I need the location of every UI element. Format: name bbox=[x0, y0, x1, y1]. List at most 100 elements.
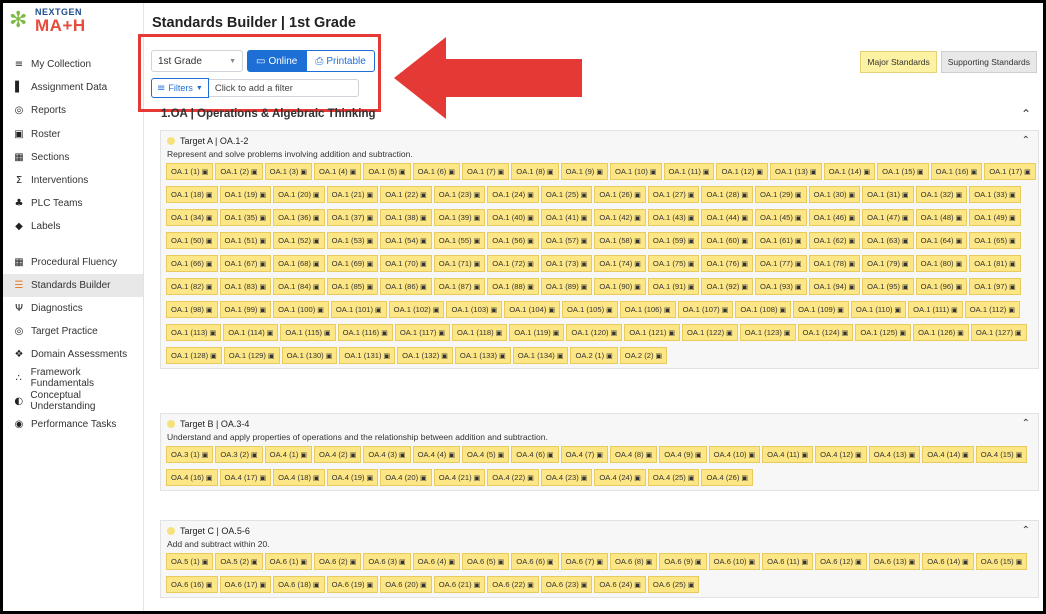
standard-chip[interactable]: OA.1 (127) ▣ bbox=[970, 324, 1027, 341]
standard-chip[interactable]: OA.6 (10) ▣ bbox=[708, 553, 761, 570]
standard-chip[interactable]: OA.1 (26) ▣ bbox=[594, 186, 646, 203]
standard-chip[interactable]: OA.4 (22) ▣ bbox=[487, 469, 539, 486]
sidebar-item-sections[interactable]: ▦ Sections bbox=[3, 146, 143, 169]
standard-chip[interactable]: OA.1 (97) ▣ bbox=[969, 278, 1021, 295]
major-standards-button[interactable]: Major Standards bbox=[860, 51, 937, 73]
standard-chip[interactable]: OA.1 (116) ▣ bbox=[337, 324, 393, 341]
sidebar-item-target-practice[interactable]: ◎ Target Practice bbox=[3, 320, 143, 343]
standard-chip[interactable]: OA.1 (35) ▣ bbox=[219, 209, 272, 226]
standard-chip[interactable]: OA.1 (51) ▣ bbox=[219, 232, 272, 249]
standard-chip[interactable]: OA.6 (4) ▣ bbox=[412, 553, 460, 570]
standard-chip[interactable]: OA.1 (13) ▣ bbox=[770, 163, 822, 180]
standard-chip[interactable]: OA.1 (128) ▣ bbox=[166, 347, 222, 364]
standard-chip[interactable]: OA.1 (83) ▣ bbox=[219, 278, 272, 295]
sidebar-item-conceptual-understanding[interactable]: ◐ Conceptual Understanding bbox=[3, 390, 143, 413]
standard-chip[interactable]: OA.1 (43) ▣ bbox=[647, 209, 700, 226]
standard-chip[interactable]: OA.1 (62) ▣ bbox=[808, 232, 861, 249]
chevron-up-icon[interactable]: ⌃ bbox=[1022, 525, 1030, 536]
standard-chip[interactable]: OA.1 (16) ▣ bbox=[930, 163, 983, 180]
standard-chip[interactable]: OA.1 (106) ▣ bbox=[619, 301, 676, 318]
standard-chip[interactable]: OA.1 (99) ▣ bbox=[219, 301, 272, 318]
standard-chip[interactable]: OA.1 (39) ▣ bbox=[433, 209, 486, 226]
standard-chip[interactable]: OA.1 (65) ▣ bbox=[969, 232, 1021, 249]
standard-chip[interactable]: OA.1 (81) ▣ bbox=[969, 255, 1021, 272]
standard-chip[interactable]: OA.1 (76) ▣ bbox=[701, 255, 754, 272]
standard-chip[interactable]: OA.1 (109) ▣ bbox=[793, 301, 849, 318]
standard-chip[interactable]: OA.1 (1) ▣ bbox=[166, 163, 214, 180]
standard-chip[interactable]: OA.1 (57) ▣ bbox=[540, 232, 593, 249]
standard-chip[interactable]: OA.1 (22) ▣ bbox=[380, 186, 432, 203]
standard-chip[interactable]: OA.1 (18) ▣ bbox=[166, 186, 218, 203]
standard-chip[interactable]: OA.1 (105) ▣ bbox=[562, 301, 618, 318]
standard-chip[interactable]: OA.6 (11) ▣ bbox=[762, 553, 814, 570]
standard-chip[interactable]: OA.1 (14) ▣ bbox=[823, 163, 876, 180]
standard-chip[interactable]: OA.4 (25) ▣ bbox=[647, 469, 700, 486]
standard-chip[interactable]: OA.6 (3) ▣ bbox=[363, 553, 411, 570]
standard-chip[interactable]: OA.1 (92) ▣ bbox=[701, 278, 754, 295]
standard-chip[interactable]: OA.1 (42) ▣ bbox=[594, 209, 646, 226]
standard-chip[interactable]: OA.6 (8) ▣ bbox=[609, 553, 658, 570]
standard-chip[interactable]: OA.1 (61) ▣ bbox=[755, 232, 807, 249]
standard-chip[interactable]: OA.1 (15) ▣ bbox=[877, 163, 929, 180]
standard-chip[interactable]: OA.1 (60) ▣ bbox=[701, 232, 754, 249]
standard-chip[interactable]: OA.4 (7) ▣ bbox=[560, 446, 608, 463]
standard-chip[interactable]: OA.1 (6) ▣ bbox=[412, 163, 460, 180]
standard-chip[interactable]: OA.4 (1) ▣ bbox=[264, 446, 312, 463]
standard-chip[interactable]: OA.6 (20) ▣ bbox=[380, 576, 432, 593]
standard-chip[interactable]: OA.1 (104) ▣ bbox=[504, 301, 560, 318]
standard-chip[interactable]: OA.1 (134) ▣ bbox=[512, 347, 569, 364]
standard-chip[interactable]: OA.4 (13) ▣ bbox=[868, 446, 921, 463]
standard-chip[interactable]: OA.1 (74) ▣ bbox=[594, 255, 646, 272]
standard-chip[interactable]: OA.6 (17) ▣ bbox=[219, 576, 272, 593]
standard-chip[interactable]: OA.1 (55) ▣ bbox=[433, 232, 486, 249]
standard-chip[interactable]: OA.1 (46) ▣ bbox=[808, 209, 861, 226]
standard-chip[interactable]: OA.1 (49) ▣ bbox=[969, 209, 1021, 226]
standard-chip[interactable]: OA.6 (2) ▣ bbox=[313, 553, 362, 570]
sidebar-item-roster[interactable]: ▣ Roster bbox=[3, 123, 143, 146]
standard-chip[interactable]: OA.1 (80) ▣ bbox=[915, 255, 968, 272]
filter-input[interactable]: Click to add a filter bbox=[208, 79, 359, 97]
standard-chip[interactable]: OA.1 (2) ▣ bbox=[215, 163, 263, 180]
standard-chip[interactable]: OA.4 (10) ▣ bbox=[708, 446, 761, 463]
standard-chip[interactable]: OA.1 (24) ▣ bbox=[487, 186, 539, 203]
standard-chip[interactable]: OA.4 (6) ▣ bbox=[511, 446, 559, 463]
standard-chip[interactable]: OA.1 (21) ▣ bbox=[326, 186, 379, 203]
standard-chip[interactable]: OA.1 (32) ▣ bbox=[915, 186, 968, 203]
standard-chip[interactable]: OA.1 (121) ▣ bbox=[624, 324, 680, 341]
standard-chip[interactable]: OA.1 (3) ▣ bbox=[264, 163, 312, 180]
supporting-standards-button[interactable]: Supporting Standards bbox=[940, 51, 1037, 73]
sidebar-item-framework-fundamentals[interactable]: ∴ Framework Fundamentals bbox=[3, 366, 143, 389]
standard-chip[interactable]: OA.2 (2) ▣ bbox=[619, 347, 668, 364]
standard-chip[interactable]: OA.6 (14) ▣ bbox=[922, 553, 974, 570]
standard-chip[interactable]: OA.1 (82) ▣ bbox=[166, 278, 218, 295]
sidebar-item-plc-teams[interactable]: ♣ PLC Teams bbox=[3, 192, 143, 215]
standard-chip[interactable]: OA.1 (47) ▣ bbox=[862, 209, 914, 226]
standard-chip[interactable]: OA.1 (40) ▣ bbox=[487, 209, 539, 226]
chevron-up-icon[interactable]: ⌃ bbox=[1022, 135, 1030, 146]
standard-chip[interactable]: OA.6 (16) ▣ bbox=[166, 576, 218, 593]
standard-chip[interactable]: OA.1 (115) ▣ bbox=[280, 324, 336, 341]
standard-chip[interactable]: OA.1 (36) ▣ bbox=[273, 209, 325, 226]
standard-chip[interactable]: OA.1 (118) ▣ bbox=[452, 324, 508, 341]
sidebar-item-assignment-data[interactable]: ▌ Assignment Data bbox=[3, 76, 143, 99]
standard-chip[interactable]: OA.1 (113) ▣ bbox=[166, 324, 222, 341]
chevron-up-icon[interactable]: ⌃ bbox=[1021, 107, 1031, 121]
sidebar-item-interventions[interactable]: Σ Interventions bbox=[3, 169, 143, 192]
standard-chip[interactable]: OA.1 (123) ▣ bbox=[739, 324, 796, 341]
standard-chip[interactable]: OA.1 (54) ▣ bbox=[380, 232, 432, 249]
standard-chip[interactable]: OA.4 (3) ▣ bbox=[363, 446, 411, 463]
standard-chip[interactable]: OA.1 (69) ▣ bbox=[326, 255, 379, 272]
standard-chip[interactable]: OA.6 (1) ▣ bbox=[264, 553, 312, 570]
standard-chip[interactable]: OA.4 (4) ▣ bbox=[412, 446, 460, 463]
standard-chip[interactable]: OA.1 (5) ▣ bbox=[363, 163, 411, 180]
standard-chip[interactable]: OA.1 (91) ▣ bbox=[647, 278, 700, 295]
standard-chip[interactable]: OA.6 (5) ▣ bbox=[461, 553, 510, 570]
standard-chip[interactable]: OA.1 (28) ▣ bbox=[701, 186, 754, 203]
standard-chip[interactable]: OA.1 (103) ▣ bbox=[446, 301, 503, 318]
standard-chip[interactable]: OA.1 (75) ▣ bbox=[647, 255, 700, 272]
standard-chip[interactable]: OA.1 (130) ▣ bbox=[281, 347, 338, 364]
standard-chip[interactable]: OA.6 (18) ▣ bbox=[273, 576, 325, 593]
standard-chip[interactable]: OA.6 (7) ▣ bbox=[560, 553, 608, 570]
standard-chip[interactable]: OA.1 (90) ▣ bbox=[594, 278, 646, 295]
standard-chip[interactable]: OA.1 (108) ▣ bbox=[735, 301, 792, 318]
